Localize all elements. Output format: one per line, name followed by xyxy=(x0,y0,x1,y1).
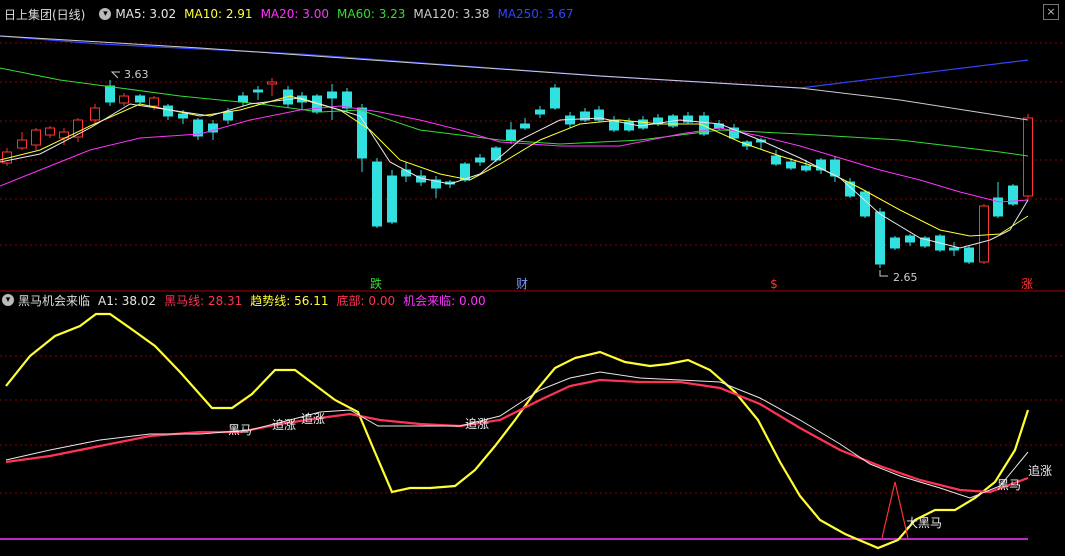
candle-body-25 xyxy=(372,161,382,227)
candle-body-1 xyxy=(17,139,27,149)
candle-body-37 xyxy=(550,87,560,109)
high-price-label: 3.63 xyxy=(124,68,149,81)
event-marker-3: 涨 xyxy=(1021,276,1033,291)
event-marker-0: 跌 xyxy=(370,276,382,291)
candle-body-26 xyxy=(387,175,397,223)
candle-body-59 xyxy=(875,211,885,265)
candle-body-43 xyxy=(638,119,648,129)
candle-body-10 xyxy=(149,97,159,107)
indicator-signal-label-2: 追涨 xyxy=(301,411,325,426)
candle-body-64 xyxy=(949,247,959,251)
candle-body-3 xyxy=(45,127,55,136)
high-annotation-arrow xyxy=(110,71,120,79)
ma5-line xyxy=(0,97,1029,249)
ma20-line xyxy=(0,105,1029,203)
candle-body-54 xyxy=(801,165,811,171)
low-annotation-arrow xyxy=(879,270,888,277)
candle-body-34 xyxy=(506,129,516,141)
candle-body-2 xyxy=(31,129,41,146)
indicator-signal-label-3: 追涨 xyxy=(465,416,489,431)
stock-chart[interactable]: 3.632.65跌财 $ 涨黑马 追涨 追涨 追涨追涨黑马大黑马 xyxy=(0,0,1065,556)
candle-body-8 xyxy=(119,95,129,104)
bottom-signal-spike xyxy=(881,481,909,539)
ma10-line xyxy=(0,95,1029,237)
ma250-line xyxy=(0,35,1029,89)
candle-body-17 xyxy=(253,89,263,93)
indicator-signal-label-4: 追涨 xyxy=(1028,463,1052,478)
candle-body-23 xyxy=(342,91,352,109)
heima-line xyxy=(5,378,1029,494)
candle-body-53 xyxy=(786,161,796,169)
event-marker-1: 财 xyxy=(516,277,528,291)
candle-body-11 xyxy=(163,105,173,117)
indicator-signal-label-1: 追涨 xyxy=(272,417,296,432)
candle-body-52 xyxy=(771,155,781,165)
candle-body-16 xyxy=(238,95,248,103)
candle-body-9 xyxy=(135,95,145,103)
candle-body-18 xyxy=(267,81,277,85)
candle-body-15 xyxy=(223,111,233,121)
candle-body-35 xyxy=(520,123,530,129)
candle-body-66 xyxy=(979,205,989,263)
candle-body-6 xyxy=(90,107,100,121)
candle-body-60 xyxy=(890,237,900,249)
candle-body-69 xyxy=(1023,117,1033,197)
event-marker-2: $ xyxy=(770,277,778,291)
indicator-signal-label-6: 大黑马 xyxy=(906,516,942,530)
indicator-signal-label-5: 黑马 xyxy=(997,478,1021,492)
indicator-signal-label-0: 黑马 xyxy=(228,423,252,437)
low-price-label: 2.65 xyxy=(893,271,918,284)
candle-body-65 xyxy=(964,247,974,263)
candle-body-12 xyxy=(178,113,188,119)
candle-body-36 xyxy=(535,109,545,115)
candle-body-22 xyxy=(327,91,337,99)
candle-body-7 xyxy=(105,85,115,103)
candle-body-32 xyxy=(475,157,485,163)
trend-line xyxy=(5,312,1030,550)
candle-body-61 xyxy=(905,235,915,243)
